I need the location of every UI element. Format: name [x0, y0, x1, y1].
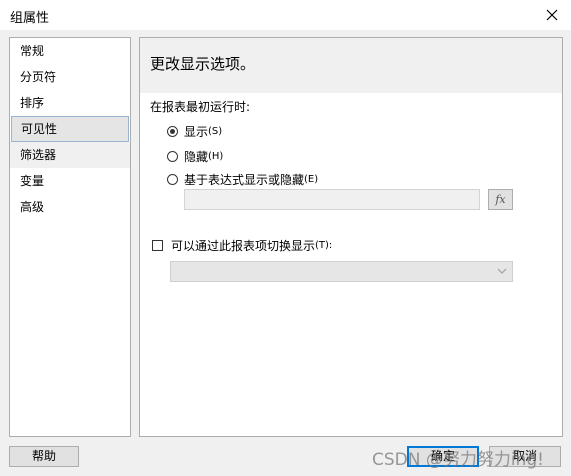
- help-button[interactable]: 帮助: [9, 446, 79, 467]
- sidebar: 常规 分页符 排序 可见性 筛选器 变量 高级: [9, 37, 131, 437]
- chevron-down-icon: [497, 268, 507, 274]
- toggle-shortcut: (T):: [315, 240, 333, 251]
- radio-show[interactable]: 显示 (S): [167, 123, 222, 140]
- sidebar-item-label: 分页符: [20, 70, 57, 84]
- sidebar-item-advanced[interactable]: 高级: [10, 194, 130, 220]
- close-button[interactable]: [533, 0, 571, 30]
- sidebar-item-filters[interactable]: 筛选器: [10, 142, 130, 168]
- sidebar-item-label: 可见性: [21, 122, 58, 136]
- sidebar-item-general[interactable]: 常规: [10, 38, 130, 64]
- cancel-button[interactable]: 取消: [489, 446, 561, 467]
- sidebar-item-label: 高级: [20, 200, 45, 214]
- fx-icon: fx: [495, 193, 506, 206]
- toggle-item-select[interactable]: [170, 261, 513, 282]
- content-header: 更改显示选项。: [140, 38, 562, 93]
- toggle-checkbox[interactable]: [152, 240, 163, 251]
- radio-button[interactable]: [167, 126, 178, 137]
- radio-label: 显示: [184, 125, 209, 139]
- sidebar-item-page-breaks[interactable]: 分页符: [10, 64, 130, 90]
- sidebar-item-label: 排序: [20, 96, 45, 110]
- expression-input[interactable]: [184, 189, 480, 210]
- radio-button[interactable]: [167, 174, 178, 185]
- page-title: 更改显示选项。: [150, 55, 256, 73]
- toggle-visibility-checkbox-row[interactable]: 可以通过此报表项切换显示 (T):: [152, 237, 332, 254]
- sidebar-item-label: 筛选器: [20, 148, 57, 162]
- sidebar-item-variables[interactable]: 变量: [10, 168, 130, 194]
- ok-button[interactable]: 确定: [407, 446, 479, 467]
- sidebar-item-label: 变量: [20, 174, 45, 188]
- sidebar-item-label: 常规: [20, 44, 45, 58]
- window-title: 组属性: [10, 11, 50, 26]
- radio-label: 隐藏: [184, 150, 209, 164]
- expression-fx-button[interactable]: fx: [488, 189, 513, 210]
- radio-hide[interactable]: 隐藏 (H): [167, 148, 223, 165]
- initial-visibility-label: 在报表最初运行时:: [150, 100, 251, 114]
- radio-expression[interactable]: 基于表达式显示或隐藏 (E): [167, 171, 318, 188]
- sidebar-item-sorting[interactable]: 排序: [10, 90, 130, 116]
- radio-shortcut: (H): [208, 151, 224, 162]
- content-panel: 更改显示选项。 在报表最初运行时: 显示 (S) 隐藏 (H) 基于表达式显示或隐藏…: [139, 37, 563, 437]
- radio-button[interactable]: [167, 151, 178, 162]
- sidebar-item-visibility[interactable]: 可见性: [11, 116, 129, 142]
- radio-shortcut: (E): [304, 174, 319, 185]
- toggle-label: 可以通过此报表项切换显示: [171, 239, 316, 253]
- radio-shortcut: (S): [208, 126, 223, 137]
- close-icon: [546, 9, 558, 21]
- radio-label: 基于表达式显示或隐藏: [184, 173, 305, 187]
- title-bar: 组属性: [0, 0, 571, 30]
